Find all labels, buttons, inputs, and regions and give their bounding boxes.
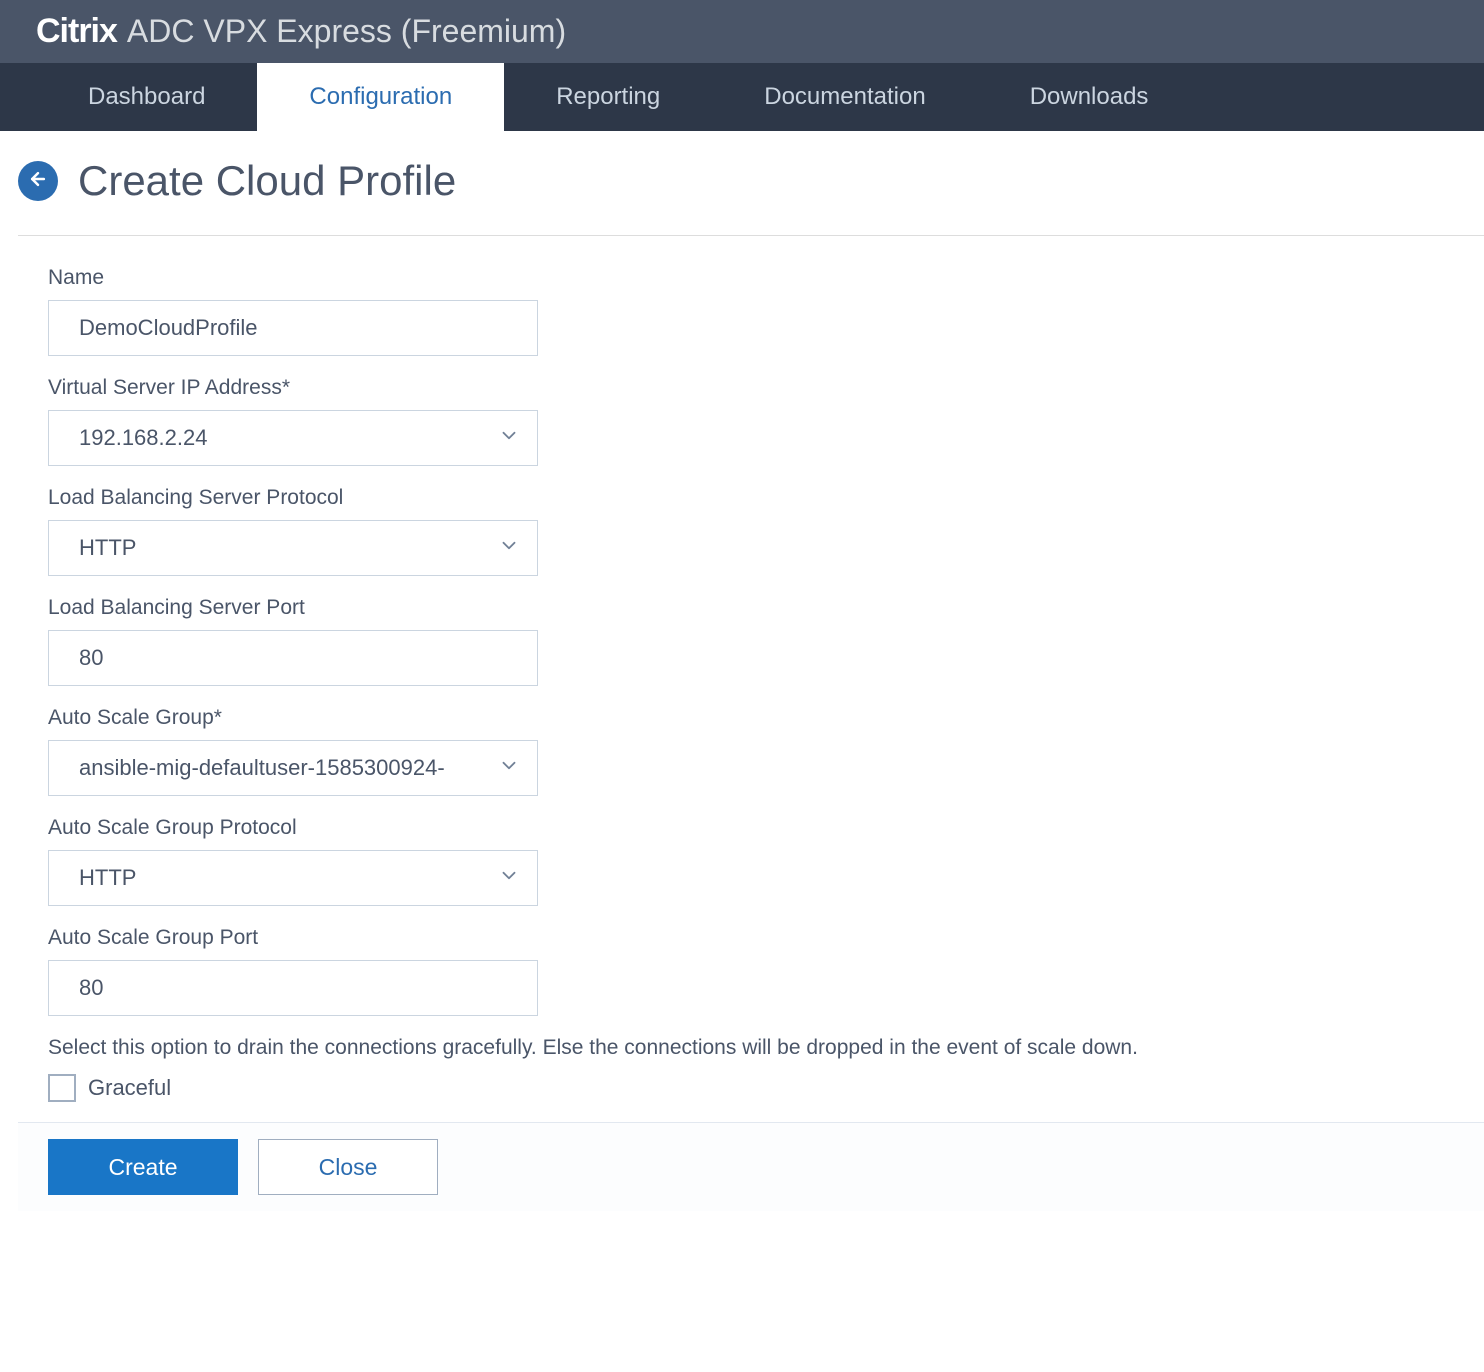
page-title: Create Cloud Profile <box>78 157 456 205</box>
lb-port-label: Load Balancing Server Port <box>48 596 1454 620</box>
close-button[interactable]: Close <box>258 1139 438 1195</box>
back-button[interactable] <box>18 161 58 201</box>
tab-downloads[interactable]: Downloads <box>978 63 1201 131</box>
brand-suffix: ADC VPX Express (Freemium) <box>127 13 566 50</box>
form-panel: Name Virtual Server IP Address* 192.168.… <box>18 235 1484 1122</box>
button-bar: Create Close <box>18 1122 1484 1211</box>
arrow-left-icon <box>28 169 48 194</box>
vip-select[interactable]: 192.168.2.24 <box>48 410 538 466</box>
graceful-checkbox[interactable] <box>48 1074 76 1102</box>
vip-label: Virtual Server IP Address* <box>48 376 1454 400</box>
tab-dashboard[interactable]: Dashboard <box>36 63 257 131</box>
lb-port-input[interactable] <box>48 630 538 686</box>
create-button[interactable]: Create <box>48 1139 238 1195</box>
asg-select[interactable]: ansible-mig-defaultuser-1585300924- <box>48 740 538 796</box>
page-header: Create Cloud Profile <box>0 131 1484 235</box>
asg-label: Auto Scale Group* <box>48 706 1454 730</box>
nav-tabs: Dashboard Configuration Reporting Docume… <box>0 63 1484 131</box>
graceful-checkbox-label: Graceful <box>88 1075 171 1101</box>
graceful-helper-text: Select this option to drain the connecti… <box>48 1036 1454 1060</box>
topbar: Citrix ADC VPX Express (Freemium) <box>0 0 1484 63</box>
name-label: Name <box>48 266 1454 290</box>
asg-protocol-select[interactable]: HTTP <box>48 850 538 906</box>
lb-protocol-label: Load Balancing Server Protocol <box>48 486 1454 510</box>
name-input[interactable] <box>48 300 538 356</box>
asg-port-label: Auto Scale Group Port <box>48 926 1454 950</box>
tab-reporting[interactable]: Reporting <box>504 63 712 131</box>
tab-configuration[interactable]: Configuration <box>257 63 504 131</box>
asg-port-input[interactable] <box>48 960 538 1016</box>
lb-protocol-select[interactable]: HTTP <box>48 520 538 576</box>
brand-logo: Citrix <box>36 12 117 51</box>
asg-protocol-label: Auto Scale Group Protocol <box>48 816 1454 840</box>
tab-documentation[interactable]: Documentation <box>712 63 977 131</box>
